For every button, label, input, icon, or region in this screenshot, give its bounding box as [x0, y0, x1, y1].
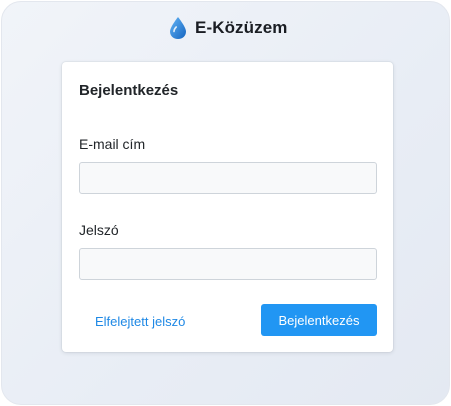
login-card: Bejelentkezés E-mail cím Jelszó Elfelejt…: [62, 62, 393, 352]
forgot-password-link[interactable]: Elfelejtett jelszó: [95, 314, 185, 329]
brand-name: E-Közüzem: [195, 18, 288, 37]
email-label: E-mail cím: [79, 136, 146, 152]
login-button[interactable]: Bejelentkezés: [261, 304, 377, 336]
brand-header: E-Közüzem: [168, 15, 288, 41]
water-drop-icon: [170, 17, 186, 39]
login-title: Bejelentkezés: [79, 82, 179, 99]
password-label: Jelszó: [79, 222, 119, 238]
email-field[interactable]: [79, 162, 377, 194]
app-background: E-Közüzem Bejelentkezés E-mail cím Jelsz…: [1, 1, 450, 405]
password-field[interactable]: [79, 248, 377, 280]
